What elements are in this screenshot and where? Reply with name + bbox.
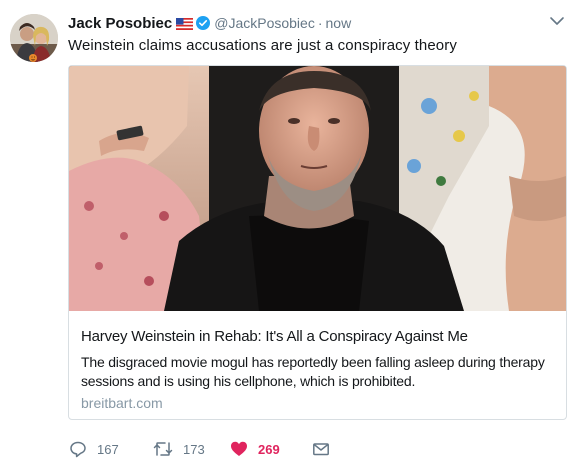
- us-flag-icon: [176, 17, 194, 30]
- avatar[interactable]: [10, 14, 58, 62]
- author-name[interactable]: Jack Posobiec: [68, 15, 172, 32]
- tweet-timestamp[interactable]: now: [326, 15, 352, 31]
- card-title[interactable]: Harvey Weinstein in Rehab: It's All a Co…: [81, 328, 468, 345]
- like-button[interactable]: 269: [230, 440, 280, 458]
- retweet-count: 173: [183, 441, 205, 457]
- direct-message-button[interactable]: [312, 440, 330, 458]
- retweet-icon: [153, 440, 173, 458]
- link-card[interactable]: Harvey Weinstein in Rehab: It's All a Co…: [68, 65, 567, 420]
- tweet: Jack Posobiec @JackPosobiec · now Weinst…: [0, 0, 581, 462]
- card-description: The disgraced movie mogul has reportedly…: [81, 354, 545, 389]
- like-count: 269: [258, 441, 280, 457]
- card-domain: breitbart.com: [81, 395, 163, 411]
- tweet-header: Jack Posobiec @JackPosobiec · now: [68, 13, 351, 33]
- tweet-text: Weinstein claims accusations are just a …: [68, 37, 457, 54]
- chevron-down-icon[interactable]: [549, 14, 565, 28]
- separator-dot: ·: [317, 15, 323, 31]
- retweet-button[interactable]: 173: [153, 440, 205, 458]
- author-handle[interactable]: @JackPosobiec: [214, 15, 315, 31]
- verified-badge-icon: [196, 16, 211, 30]
- card-image: [69, 66, 566, 311]
- reply-button[interactable]: 167: [69, 440, 119, 458]
- heart-icon: [230, 440, 248, 458]
- reply-icon: [69, 440, 87, 458]
- reply-count: 167: [97, 441, 119, 457]
- envelope-icon: [312, 440, 330, 458]
